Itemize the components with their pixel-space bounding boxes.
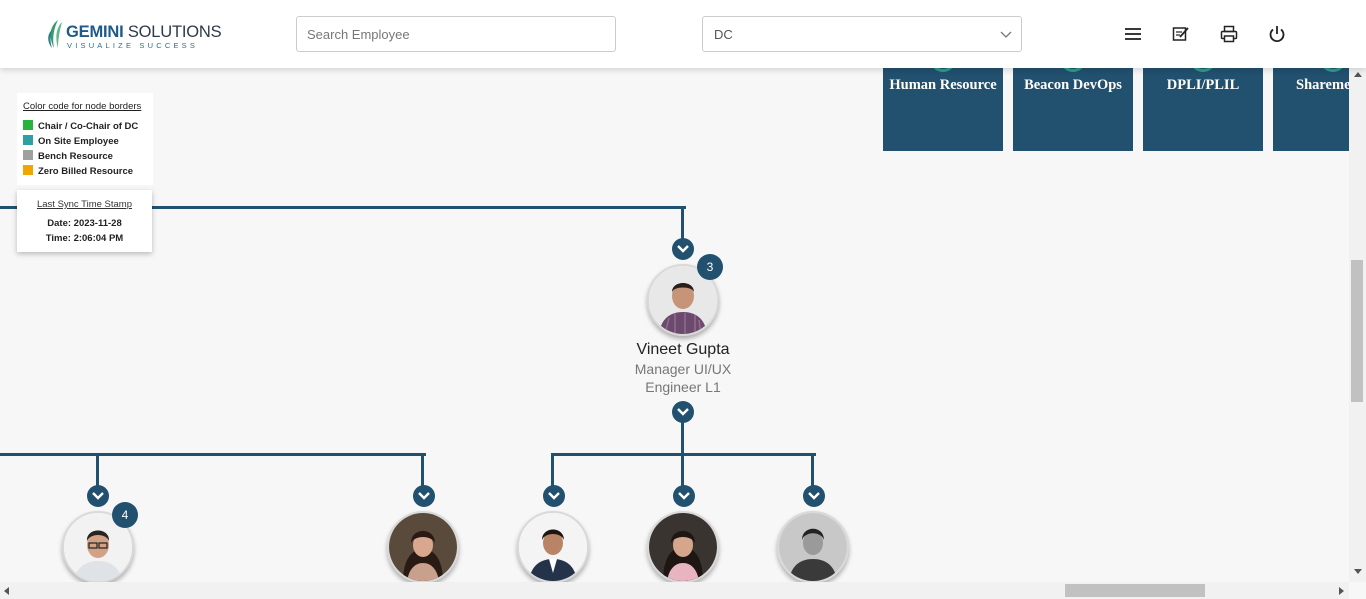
employee-title: Engineer L1 — [645, 379, 721, 395]
logo-tagline: VISUALIZE SUCCESS — [67, 41, 199, 50]
edit-note-icon[interactable] — [1171, 24, 1191, 44]
legend-item: On Site Employee — [23, 135, 119, 147]
node-toggle[interactable] — [87, 485, 109, 507]
node-toggle[interactable] — [673, 485, 695, 507]
department-label: Shareme — [1296, 77, 1349, 93]
legend-title: Color code for node borders — [23, 101, 142, 112]
power-icon[interactable] — [1267, 24, 1287, 44]
node-toggle[interactable] — [543, 485, 565, 507]
sync-title: Last Sync Time Stamp — [36, 199, 133, 210]
chevron-down-icon — [677, 245, 689, 253]
chevron-down-icon — [677, 408, 689, 416]
scroll-up-arrow-icon[interactable] — [1354, 72, 1362, 77]
scroll-right-arrow-icon[interactable] — [1339, 587, 1344, 595]
app-header: GEMINI SOLUTIONS VISUALIZE SUCCESS DC — [0, 0, 1366, 68]
legend-item: Zero Billed Resource — [23, 165, 133, 177]
node-toggle[interactable] — [413, 485, 435, 507]
employee-title: Manager UI/UX — [634, 361, 732, 377]
legend-item: Bench Resource — [23, 150, 113, 162]
legend-item-label: Chair / Co-Chair of DC — [38, 121, 139, 132]
person-photo-icon — [519, 513, 587, 581]
logo-name: GEMINI SOLUTIONS — [66, 23, 222, 42]
legend-item-label: On Site Employee — [38, 136, 119, 147]
department-node-shareme[interactable]: Shareme — [1273, 68, 1349, 151]
legend-swatch — [23, 135, 33, 145]
node-toggle[interactable] — [803, 485, 825, 507]
color-legend: Color code for node borders Chair / Co-C… — [17, 93, 153, 185]
logo-name-bold: GEMINI — [66, 23, 124, 41]
chevron-down-icon — [548, 492, 560, 500]
avatar-employee[interactable] — [777, 511, 849, 583]
legend-item: Chair / Co-Chair of DC — [23, 120, 138, 132]
chevron-down-icon — [1000, 31, 1012, 38]
department-label: Human Resource — [889, 77, 997, 93]
person-photo-icon — [389, 513, 457, 581]
menu-icon[interactable] — [1123, 24, 1143, 44]
horizontal-scroll-thumb[interactable] — [1065, 584, 1205, 597]
chevron-down-icon — [418, 492, 430, 500]
collapse-parent-toggle[interactable] — [672, 238, 694, 260]
connector-line — [681, 206, 684, 242]
department-filter-select[interactable]: DC — [702, 16, 1022, 52]
legend-swatch — [23, 165, 33, 175]
reports-count-badge: 4 — [112, 502, 138, 528]
avatar-employee[interactable] — [517, 511, 589, 583]
department-node-human-resource[interactable]: Human Resource — [883, 56, 1003, 151]
chevron-down-icon — [808, 492, 820, 500]
expand-knob-icon — [1320, 68, 1346, 72]
reports-count-badge: 3 — [697, 254, 723, 280]
search-employee-input[interactable] — [296, 16, 616, 52]
sync-date: Date: 2023-11-28 — [47, 218, 122, 229]
connector-line — [551, 453, 816, 456]
person-photo-icon — [779, 513, 847, 581]
person-photo-icon — [649, 513, 717, 581]
sync-time: Time: 2:06:04 PM — [45, 233, 124, 244]
department-node-dpli-plil[interactable]: DPLI/PLIL — [1143, 56, 1263, 151]
connector-line — [0, 453, 426, 456]
employee-name[interactable]: Vineet Gupta — [583, 341, 783, 359]
department-node-beacon-devops[interactable]: Beacon DevOps — [1013, 56, 1133, 151]
department-label: Beacon DevOps — [1024, 77, 1122, 93]
legend-item-label: Zero Billed Resource — [38, 166, 134, 177]
filter-selected-value: DC — [714, 27, 733, 42]
gemini-logo[interactable]: GEMINI SOLUTIONS VISUALIZE SUCCESS — [46, 18, 222, 52]
department-label: DPLI/PLIL — [1166, 77, 1240, 93]
legend-item-label: Bench Resource — [38, 151, 113, 162]
chevron-down-icon — [678, 492, 690, 500]
legend-swatch — [23, 150, 33, 160]
vertical-scrollbar[interactable] — [1349, 68, 1366, 582]
print-icon[interactable] — [1219, 24, 1239, 44]
expand-children-toggle[interactable] — [672, 401, 694, 423]
avatar-employee[interactable] — [387, 511, 459, 583]
vertical-scroll-thumb[interactable] — [1351, 260, 1363, 402]
leaf-logo-icon — [48, 20, 62, 48]
legend-swatch — [23, 120, 33, 130]
logo-name-rest: SOLUTIONS — [123, 23, 222, 41]
avatar-employee[interactable] — [647, 511, 719, 583]
horizontal-scrollbar[interactable] — [0, 582, 1349, 599]
sync-timestamp-card: Last Sync Time Stamp Date: 2023-11-28 Ti… — [17, 190, 152, 252]
scroll-down-arrow-icon[interactable] — [1354, 569, 1362, 574]
chevron-down-icon — [92, 492, 104, 500]
scroll-left-arrow-icon[interactable] — [4, 587, 9, 595]
